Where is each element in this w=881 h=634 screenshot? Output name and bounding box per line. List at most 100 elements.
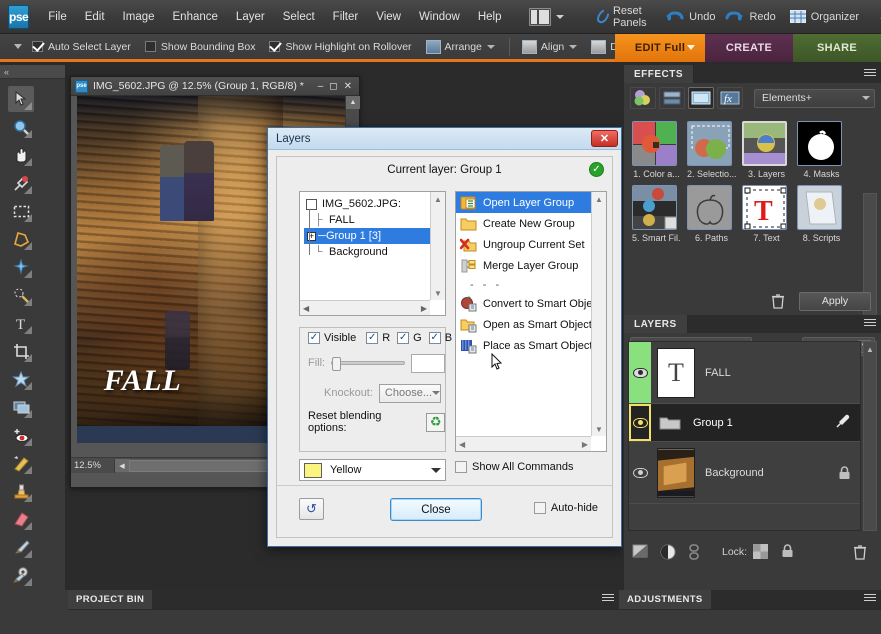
fill-slider[interactable] [331, 361, 405, 365]
command-place-as-smart-object[interactable]: Place as Smart Object [456, 335, 591, 356]
healing-brush-tool[interactable] [8, 450, 34, 476]
scroll-left-icon[interactable]: ◀ [115, 459, 129, 472]
create-mode-button[interactable]: CREATE [705, 34, 793, 62]
redo-button[interactable]: Redo [725, 10, 775, 24]
command-open-as-smart-object[interactable]: Open as Smart Object [456, 314, 591, 335]
auto-hide-option[interactable]: Auto-hide [534, 502, 598, 514]
commands-scroll-left-icon[interactable]: ◀ [459, 437, 465, 451]
red-eye-removal-tool[interactable] [8, 422, 34, 448]
refresh-button[interactable]: ↺ [299, 498, 324, 520]
adjustments-menu-icon[interactable] [864, 594, 876, 604]
photo-effects-category-icon[interactable] [688, 87, 714, 109]
align-button[interactable]: Align [522, 40, 577, 54]
eyedropper-tool[interactable] [8, 170, 34, 196]
layers-vertical-scrollbar[interactable]: ▲ [863, 341, 877, 531]
commands-scroll-right-icon[interactable]: ▶ [582, 437, 588, 451]
hand-tool[interactable] [8, 142, 34, 168]
smart-brush-tool[interactable] [8, 562, 34, 588]
menu-edit[interactable]: Edit [76, 7, 114, 27]
layout-selector[interactable] [525, 8, 564, 26]
layer-visibility-toggle[interactable] [629, 442, 651, 503]
document-minimize-button[interactable]: – [318, 81, 324, 92]
tree-scroll-left-icon[interactable]: ◀ [303, 304, 309, 313]
tree-scroll-up-icon[interactable]: ▲ [431, 192, 445, 206]
show-all-commands-option[interactable]: Show All Commands [455, 461, 574, 473]
effect-thumb-color-and-tone[interactable]: 1. Color a... [632, 121, 681, 179]
layer-row-background[interactable]: Background [629, 442, 860, 504]
show-bounding-box-checkbox[interactable] [145, 41, 156, 52]
project-bin-content[interactable] [68, 609, 881, 634]
menu-file[interactable]: File [39, 7, 76, 27]
menu-help[interactable]: Help [469, 7, 511, 27]
lasso-tool[interactable] [8, 226, 34, 252]
straighten-tool[interactable] [8, 394, 34, 420]
layers-panel-menu-icon[interactable] [864, 319, 876, 329]
reset-blending-button[interactable]: ♻ [426, 413, 445, 432]
knockout-dropdown[interactable]: Choose... [379, 384, 441, 403]
commands-horizontal-scrollbar[interactable]: ◀ ▶ [456, 436, 591, 451]
tree-scroll-down-icon[interactable]: ▼ [431, 286, 445, 300]
scroll-up-icon[interactable]: ▲ [346, 96, 360, 109]
tree-node-group1[interactable]: + ─ Group 1 [3] [304, 228, 430, 244]
crop-tool[interactable] [8, 338, 34, 364]
tree-vertical-scrollbar[interactable]: ▲ ▼ [430, 192, 445, 300]
undo-button[interactable]: Undo [665, 10, 715, 24]
fx-category-icon[interactable]: fx [717, 87, 743, 109]
menu-enhance[interactable]: Enhance [164, 7, 227, 27]
arrange-button[interactable]: Arrange [426, 40, 495, 54]
commands-list[interactable]: Open Layer Group Create New Group Ungrou… [455, 191, 607, 452]
blue-channel-checkbox[interactable] [429, 332, 441, 344]
color-dropdown[interactable]: Yellow [299, 459, 446, 481]
share-mode-button[interactable]: SHARE [793, 34, 881, 62]
effect-thumb-selections[interactable]: 2. Selectio... [687, 121, 736, 179]
effect-thumb-paths[interactable]: 6. Paths [687, 185, 736, 243]
options-expand-icon[interactable] [14, 44, 22, 49]
tab-effects[interactable]: EFFECTS [624, 65, 694, 83]
fill-value-field[interactable] [411, 354, 445, 373]
toolbox-collapse-handle[interactable]: « [0, 65, 65, 79]
rectangular-marquee-tool[interactable] [8, 198, 34, 224]
command-merge-layer-group[interactable]: Merge Layer Group [456, 255, 591, 276]
cookie-cutter-tool[interactable] [8, 366, 34, 392]
delete-layer-icon[interactable] [853, 544, 869, 560]
auto-hide-checkbox[interactable] [534, 502, 546, 514]
tree-horizontal-scrollbar[interactable]: ◀ ▶ [300, 300, 430, 315]
edit-full-mode-button[interactable]: EDIT Full [615, 34, 705, 62]
commands-vertical-scrollbar[interactable]: ▲ ▼ [591, 192, 606, 436]
document-title-bar[interactable]: pse IMG_5602.JPG @ 12.5% (Group 1, RGB/8… [71, 77, 359, 96]
document-maximize-button[interactable]: ◻ [329, 81, 337, 92]
auto-select-layer-checkbox[interactable] [32, 41, 43, 52]
command-open-layer-group[interactable]: Open Layer Group [456, 192, 591, 213]
layer-tree[interactable]: IMG_5602.JPG: ├ FALL + ─ Group 1 [3] └ B… [299, 191, 446, 316]
zoom-level-field[interactable]: 12.5% [71, 459, 115, 473]
layer-row-group1[interactable]: Group 1 [629, 404, 860, 442]
visible-checkbox[interactable] [308, 332, 320, 344]
quick-selection-tool[interactable] [8, 282, 34, 308]
link-layers-icon[interactable] [688, 544, 704, 560]
menu-view[interactable]: View [367, 7, 410, 27]
project-bin-menu-icon[interactable] [602, 594, 614, 604]
tab-adjustments[interactable]: ADJUSTMENTS [619, 590, 711, 609]
lock-all-icon[interactable] [781, 544, 797, 560]
effects-category-dropdown[interactable]: Elements+ [754, 89, 875, 108]
document-close-button[interactable]: ✕ [344, 81, 352, 92]
effect-thumb-smart-filters[interactable]: 5. Smart Fil... [632, 185, 681, 243]
add-layer-mask-icon[interactable] [632, 544, 648, 560]
menu-filter[interactable]: Filter [324, 7, 368, 27]
effect-thumb-layers[interactable]: 3. Layers [742, 121, 791, 179]
create-adjustment-layer-icon[interactable] [660, 544, 676, 560]
menu-image[interactable]: Image [114, 7, 164, 27]
auto-select-layer-option[interactable]: Auto Select Layer [32, 41, 131, 53]
tab-layers[interactable]: LAYERS [624, 315, 688, 333]
effect-thumb-text[interactable]: T 7. Text [742, 185, 791, 243]
layers-scroll-up-icon[interactable]: ▲ [864, 342, 876, 356]
menu-select[interactable]: Select [274, 7, 324, 27]
tree-root-checkbox[interactable] [306, 199, 317, 210]
fill-slider-knob[interactable] [332, 357, 341, 371]
lock-transparency-icon[interactable] [753, 544, 769, 560]
commands-scroll-down-icon[interactable]: ▼ [592, 422, 606, 436]
reset-panels-button[interactable]: Reset Panels [598, 5, 652, 29]
brush-tool[interactable] [8, 534, 34, 560]
clone-stamp-tool[interactable] [8, 478, 34, 504]
green-channel-checkbox[interactable] [397, 332, 409, 344]
